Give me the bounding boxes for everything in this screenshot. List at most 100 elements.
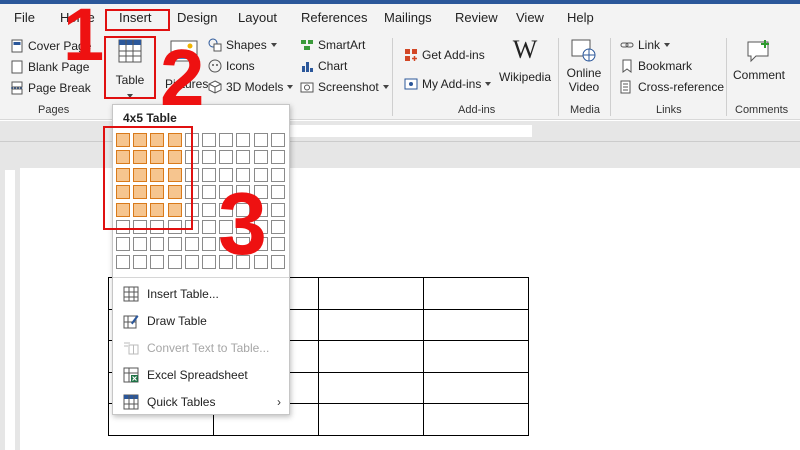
table-grid-cell[interactable]: [133, 254, 148, 269]
group-separator: [392, 38, 393, 116]
table-grid-cell[interactable]: [270, 202, 285, 217]
online-video-button[interactable]: Online Video: [562, 38, 606, 98]
convert-text-to-table-menu-item[interactable]: Convert Text to Table...: [123, 340, 269, 356]
table-grid-cell[interactable]: [202, 254, 216, 269]
step-number-2: 2: [160, 33, 205, 122]
tab-help[interactable]: Help: [567, 10, 594, 25]
word-window: File Home Insert Design Layout Reference…: [0, 0, 800, 450]
table-grid-cell[interactable]: [202, 202, 216, 217]
table-grid-cell[interactable]: [219, 133, 234, 147]
link-button[interactable]: Link: [620, 36, 671, 54]
highlight-grid-selection: [103, 126, 193, 230]
tab-file[interactable]: File: [14, 10, 35, 25]
screenshot-button[interactable]: Screenshot: [300, 78, 389, 96]
wikipedia-button[interactable]: W Wikipedia: [498, 36, 552, 90]
table-grid-cell[interactable]: [270, 150, 285, 165]
table-cell[interactable]: [318, 403, 424, 436]
bookmark-icon: [622, 59, 632, 73]
insert-table-menu-item[interactable]: Insert Table...: [123, 286, 219, 302]
draw-table-icon: [123, 315, 139, 329]
cross-reference-button[interactable]: Cross-reference: [620, 78, 724, 96]
quick-tables-icon: [123, 394, 139, 410]
tab-mailings[interactable]: Mailings: [384, 10, 432, 25]
3d-models-icon: [208, 80, 222, 94]
table-grid-cell[interactable]: [236, 133, 251, 147]
icons-button[interactable]: Icons: [208, 57, 255, 75]
tab-design[interactable]: Design: [177, 10, 217, 25]
table-grid-cell[interactable]: [253, 150, 268, 165]
get-add-ins-button[interactable]: Get Add-ins: [404, 46, 485, 64]
comment-icon: [747, 40, 769, 63]
table-grid-cell[interactable]: [270, 254, 285, 269]
table-cell[interactable]: [423, 308, 529, 342]
table-grid-cell[interactable]: [202, 220, 216, 234]
table-cell[interactable]: [423, 403, 529, 436]
vertical-ruler[interactable]: [0, 142, 20, 450]
table-cell[interactable]: [423, 371, 529, 405]
shapes-icon: [208, 38, 222, 52]
smartart-button[interactable]: SmartArt: [300, 36, 365, 54]
chevron-down-icon: [270, 43, 277, 47]
step-number-1: 1: [63, 0, 105, 76]
table-grid-cell[interactable]: [202, 133, 216, 147]
table-grid-cell[interactable]: [236, 150, 251, 165]
group-label-add-ins: Add-ins: [458, 104, 496, 116]
table-grid-cell[interactable]: [270, 237, 285, 252]
table-grid-cell[interactable]: [219, 150, 234, 165]
chevron-down-icon: [664, 43, 671, 47]
step-number-3: 3: [218, 174, 267, 273]
convert-text-to-table-icon: [124, 342, 139, 355]
vertical-ruler-text-area: [5, 170, 15, 450]
table-grid-cell[interactable]: [270, 220, 285, 234]
table-grid-cell[interactable]: [167, 254, 182, 269]
table-grid-cell[interactable]: [253, 133, 268, 147]
chevron-down-icon: [485, 82, 492, 86]
highlight-table-button: [104, 36, 156, 99]
bookmark-button[interactable]: Bookmark: [620, 57, 692, 75]
my-add-ins-icon: [404, 78, 418, 90]
3d-models-button[interactable]: 3D Models: [208, 78, 294, 96]
wikipedia-icon: W: [512, 35, 538, 64]
table-grid-cell[interactable]: [270, 167, 285, 182]
shapes-button[interactable]: Shapes: [208, 36, 277, 54]
table-grid-cell[interactable]: [150, 237, 165, 252]
table-grid-cell[interactable]: [116, 254, 130, 269]
table-grid-cell[interactable]: [184, 237, 199, 252]
table-cell[interactable]: [423, 340, 529, 373]
table-cell[interactable]: [318, 371, 424, 405]
table-grid-cell[interactable]: [202, 185, 216, 200]
quick-tables-menu-item[interactable]: Quick Tables ›: [123, 394, 289, 410]
table-grid-cell[interactable]: [184, 254, 199, 269]
tab-references[interactable]: References: [301, 10, 367, 25]
tab-layout[interactable]: Layout: [238, 10, 277, 25]
chart-button[interactable]: Chart: [300, 57, 347, 75]
table-grid-cell[interactable]: [270, 185, 285, 200]
add-ins-icon: [405, 49, 417, 61]
table-cell[interactable]: [318, 308, 424, 342]
table-cell[interactable]: [318, 277, 424, 310]
table-grid-cell[interactable]: [133, 237, 148, 252]
comment-button[interactable]: Comment: [730, 38, 788, 90]
table-grid-cell[interactable]: [150, 254, 165, 269]
insert-table-icon: [123, 286, 139, 302]
table-grid-cell[interactable]: [202, 167, 216, 182]
my-add-ins-button[interactable]: My Add-ins: [404, 75, 492, 93]
excel-spreadsheet-menu-item[interactable]: Excel Spreadsheet: [123, 367, 248, 383]
tab-view[interactable]: View: [516, 10, 544, 25]
table-cell[interactable]: [318, 340, 424, 373]
table-grid-cell[interactable]: [202, 237, 216, 252]
table-cell[interactable]: [423, 277, 529, 310]
chevron-down-icon: [287, 85, 294, 89]
group-separator: [558, 38, 559, 116]
draw-table-menu-item[interactable]: Draw Table: [123, 313, 207, 329]
table-grid-cell[interactable]: [116, 237, 130, 252]
table-grid-cell[interactable]: [270, 133, 285, 147]
table-grid-cell[interactable]: [202, 150, 216, 165]
tab-review[interactable]: Review: [455, 10, 498, 25]
highlight-insert-tab: [105, 9, 170, 31]
table-grid-cell[interactable]: [167, 237, 182, 252]
group-label-links: Links: [656, 104, 682, 116]
group-label-media: Media: [570, 104, 600, 116]
page-break-button[interactable]: Page Break: [10, 79, 91, 97]
excel-spreadsheet-icon: [123, 367, 139, 383]
